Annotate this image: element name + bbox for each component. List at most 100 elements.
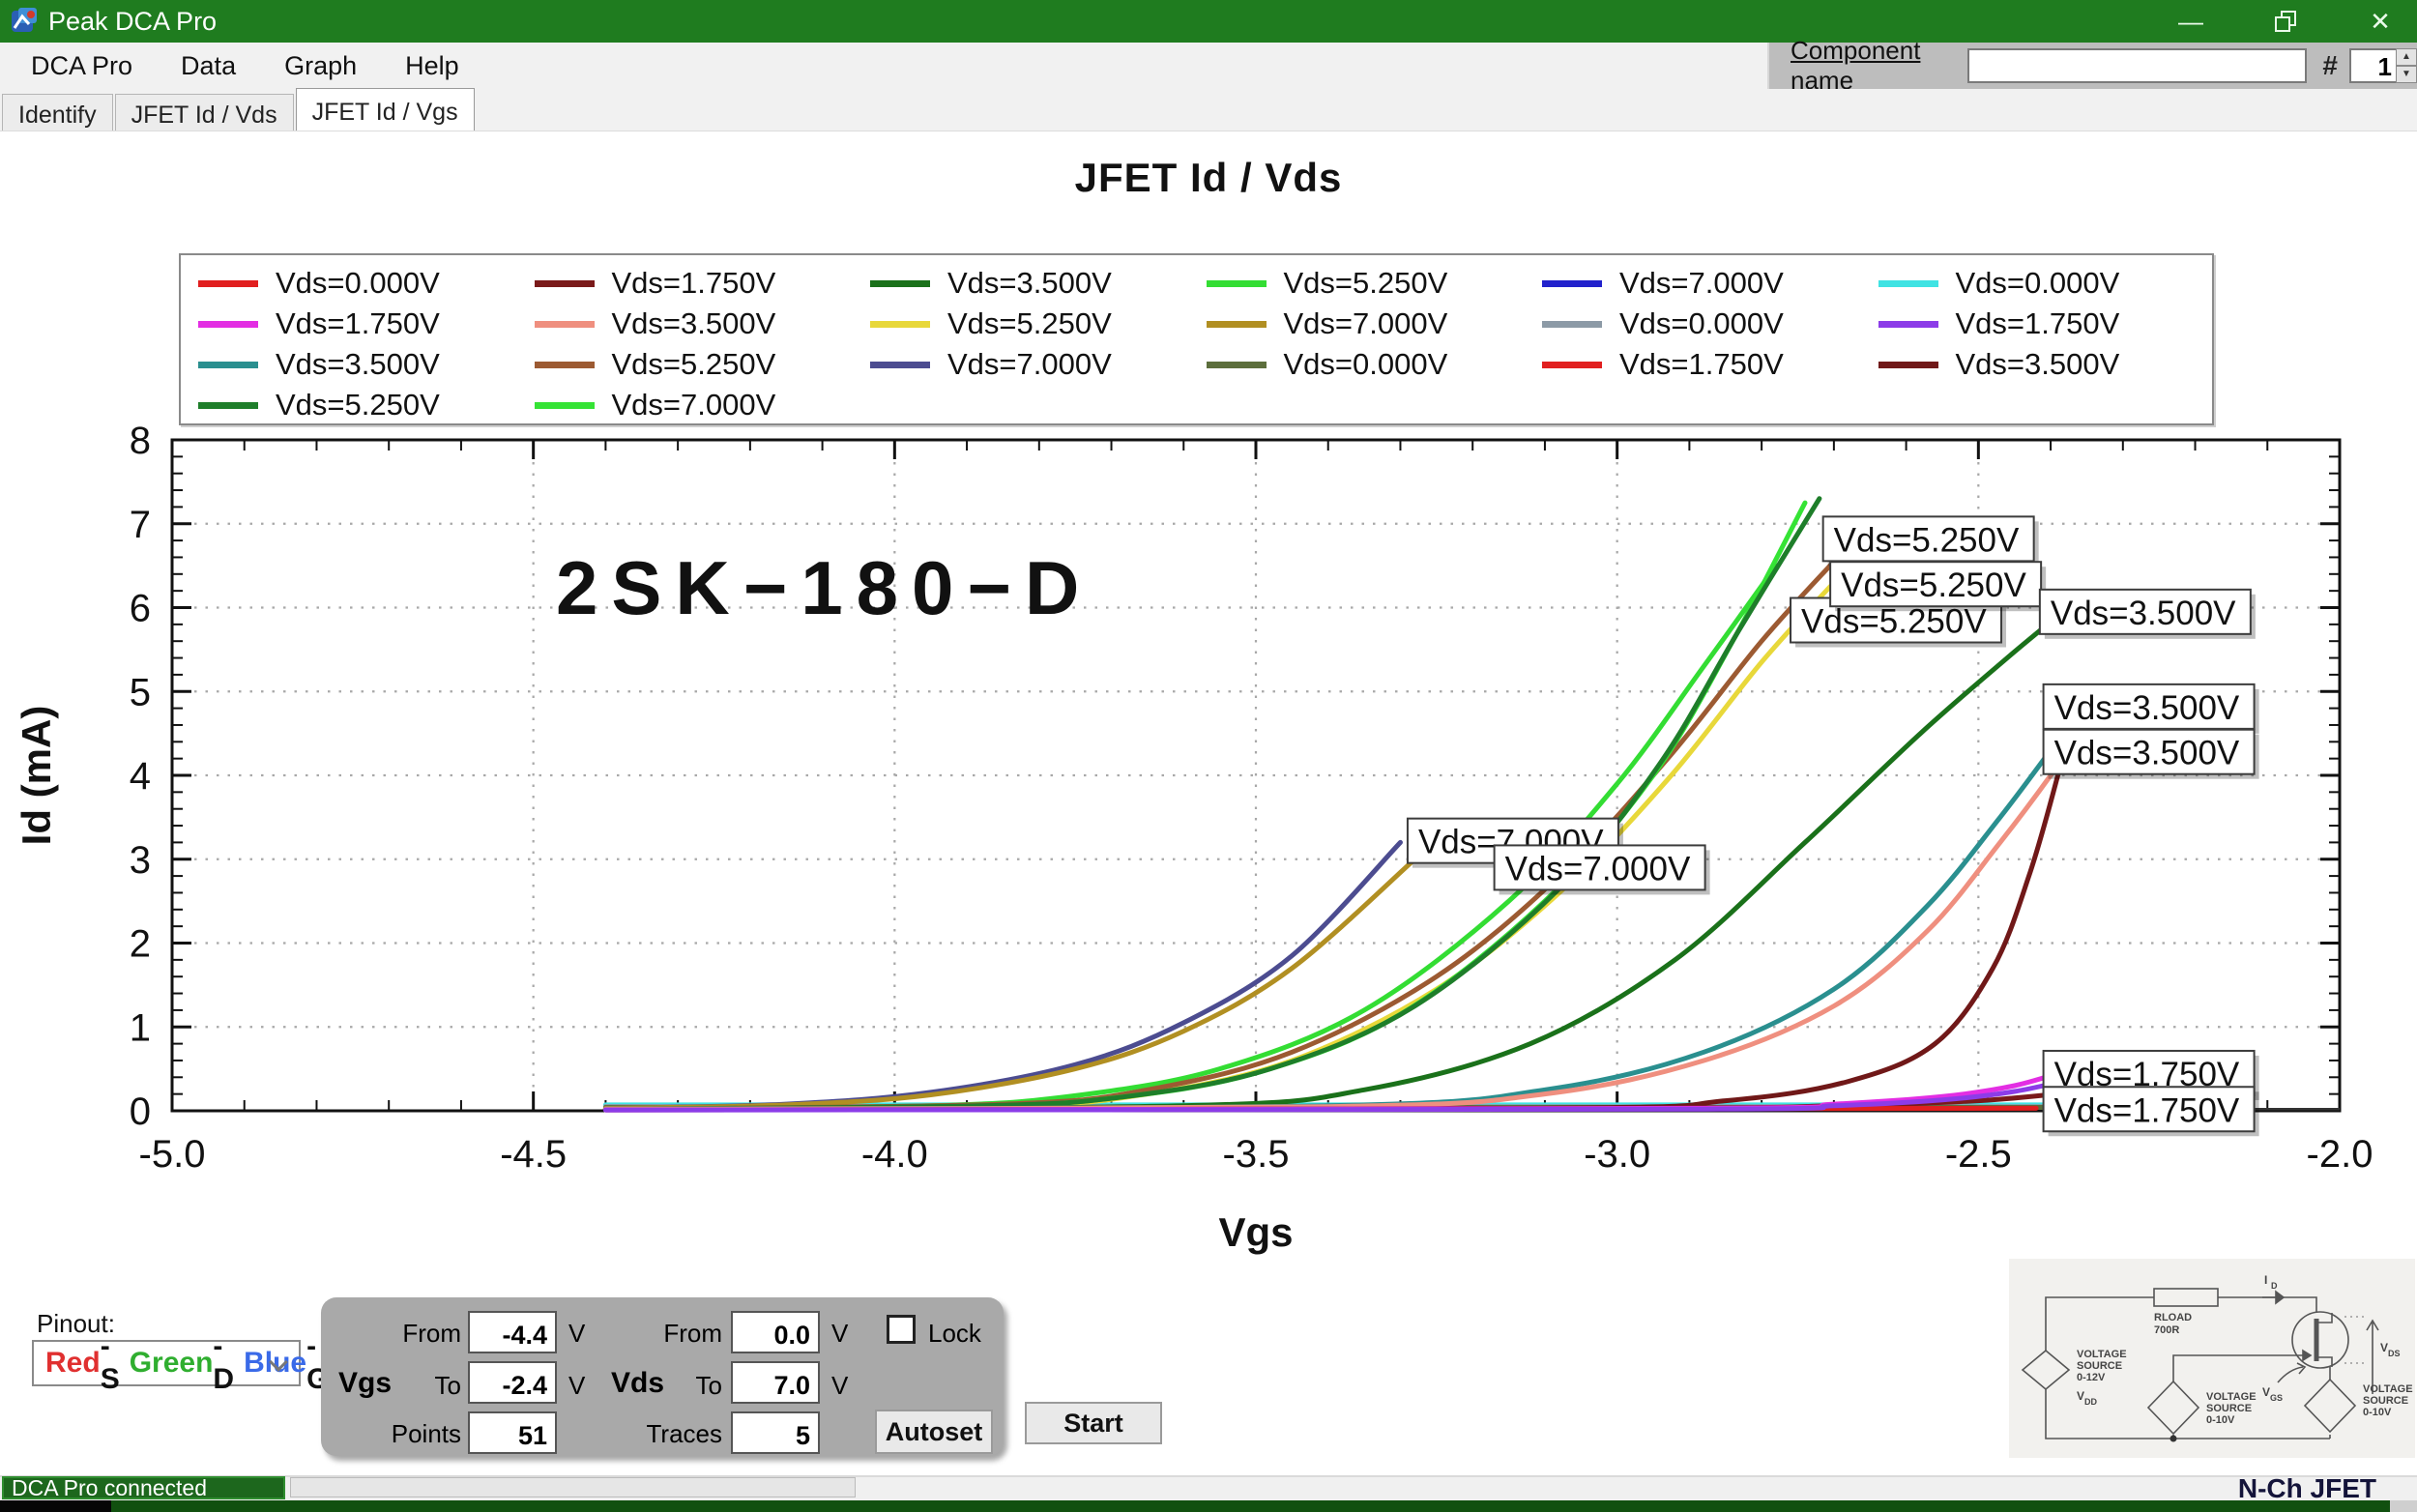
legend-entry: Vds=7.000V: [1199, 304, 1535, 344]
legend-entry: Vds=5.250V: [527, 344, 863, 385]
y-tick-label: 1: [130, 1006, 151, 1049]
vds-from-input[interactable]: [731, 1311, 820, 1353]
x-tick-label: -3.0: [1584, 1133, 1650, 1176]
menu-item-graph[interactable]: Graph: [267, 45, 374, 87]
vds-to-label: To: [674, 1371, 722, 1401]
y-tick-label: 3: [130, 839, 151, 882]
component-name-input[interactable]: [1967, 48, 2307, 83]
vdd-label: V: [2077, 1389, 2084, 1403]
trace-end-label-text: Vds=3.500V: [2054, 735, 2240, 772]
autoset-button[interactable]: Autoset: [875, 1410, 993, 1454]
legend-entry: Vds=5.250V: [862, 304, 1199, 344]
connection-status: DCA Pro connected: [2, 1476, 285, 1499]
x-tick-label: -2.5: [1945, 1133, 2012, 1176]
trace-end-label: Vds=7.000V: [1495, 845, 1710, 894]
points-label: Points: [360, 1419, 461, 1449]
legend-label: Vds=3.500V: [276, 347, 440, 382]
menu-item-help[interactable]: Help: [388, 45, 477, 87]
y-tick-label: 6: [130, 588, 151, 630]
legend-label: Vds=3.500V: [1956, 347, 2120, 382]
x-tick-label: -4.5: [500, 1133, 567, 1176]
rload-value-label: 700R: [2154, 1324, 2179, 1336]
component-number-value[interactable]: 1: [2349, 48, 2396, 83]
vds-from-unit: V: [831, 1319, 848, 1349]
vgs-from-input[interactable]: [468, 1311, 557, 1353]
spinner-down-button[interactable]: ▼: [2396, 66, 2417, 83]
legend-entry: Vds=0.000V: [1199, 344, 1535, 385]
chart-legend: Vds=0.000VVds=1.750VVds=3.500VVds=5.250V…: [179, 253, 2214, 425]
legend-label: Vds=7.000V: [947, 347, 1112, 382]
legend-entry: Vds=3.500V: [862, 263, 1199, 304]
trace-vds-5-250v: [605, 562, 1834, 1109]
bottom-strip: [0, 1500, 2417, 1512]
trace-end-label: Vds=3.500V: [2040, 590, 2256, 639]
vsource1-range: 0-12V: [2077, 1372, 2106, 1383]
x-tick-label: -3.5: [1223, 1133, 1290, 1176]
test-circuit-diagram: RLOAD 700R I D V DS V GS VOLTAGE SOURCE …: [2009, 1259, 2415, 1458]
legend-entry: Vds=0.000V: [190, 263, 527, 304]
menu-item-dca-pro[interactable]: DCA Pro: [14, 45, 150, 87]
vds-to-unit: V: [831, 1371, 848, 1401]
legend-entry: Vds=3.500V: [190, 344, 527, 385]
y-tick-label: 8: [130, 425, 151, 462]
trace-end-label-text: Vds=1.750V: [2054, 1091, 2240, 1129]
vsource1-line1: VOLTAGE: [2077, 1349, 2127, 1360]
y-tick-label: 5: [130, 671, 151, 713]
legend-swatch: [198, 321, 258, 328]
tab-jfet-id-vgs[interactable]: JFET Id / Vgs: [296, 88, 475, 131]
component-name-panel: Component name # 1 ▲ ▼: [1767, 43, 2417, 89]
tab-jfet-id-vds[interactable]: JFET Id / Vds: [115, 94, 294, 131]
vgs-to-input[interactable]: [468, 1361, 557, 1404]
vgs-label: Vgs: [338, 1367, 392, 1400]
component-number-spinner: 1 ▲ ▼: [2349, 48, 2417, 83]
trace-end-label: Vds=5.250V: [1823, 516, 2039, 566]
legend-entry: Vds=3.500V: [527, 304, 863, 344]
chart-title: JFET Id / Vds: [0, 155, 2417, 201]
legend-swatch: [1878, 321, 1938, 328]
lock-checkbox[interactable]: [887, 1315, 916, 1344]
vgs-circuit-label: V: [2262, 1385, 2270, 1399]
legend-entry: Vds=7.000V: [1534, 263, 1871, 304]
x-tick-label: -2.0: [2307, 1133, 2373, 1176]
legend-label: Vds=0.000V: [276, 266, 440, 301]
legend-swatch: [1207, 321, 1267, 328]
close-button[interactable]: ✕: [2361, 2, 2400, 41]
traces-label: Traces: [621, 1419, 722, 1449]
pinout-d: -D: [213, 1330, 234, 1396]
pinout-select[interactable]: Red-S Green-D Blue-G: [32, 1340, 301, 1386]
menu-item-data[interactable]: Data: [163, 45, 253, 87]
trace-vds-3-500v: [605, 721, 2072, 1110]
trace-end-label-text: Vds=5.250V: [1834, 521, 2020, 559]
legend-swatch: [870, 362, 930, 368]
id-sub-label: D: [2271, 1281, 2278, 1291]
sweep-control-panel: From V From V Lock Vgs To V Vds To V Poi…: [321, 1297, 1004, 1456]
spinner-up-button[interactable]: ▲: [2396, 48, 2417, 66]
vds-to-input[interactable]: [731, 1361, 820, 1404]
legend-label: Vds=1.750V: [1619, 347, 1784, 382]
trace-end-label-text: Vds=3.500V: [2051, 595, 2236, 632]
vds-label: Vds: [611, 1367, 664, 1400]
legend-label: Vds=5.250V: [947, 306, 1112, 341]
legend-swatch: [535, 362, 595, 368]
title-bar: Peak DCA Pro — ✕: [0, 0, 2417, 43]
minimize-button[interactable]: —: [2171, 2, 2210, 41]
legend-label: Vds=1.750V: [1956, 306, 2120, 341]
legend-swatch: [1542, 321, 1602, 328]
start-button[interactable]: Start: [1025, 1402, 1162, 1444]
restore-button[interactable]: [2266, 2, 2305, 41]
rload-name-label: RLOAD: [2154, 1312, 2192, 1323]
device-annotation: 2SK−180−D: [556, 545, 1092, 630]
y-tick-label: 7: [130, 504, 151, 546]
traces-input[interactable]: [731, 1411, 820, 1454]
y-tick-label: 2: [130, 923, 151, 966]
legend-label: Vds=1.750V: [276, 306, 440, 341]
vsource3-line1: VOLTAGE: [2363, 1383, 2413, 1395]
legend-entry: Vds=7.000V: [862, 344, 1199, 385]
tab-identify[interactable]: Identify: [2, 94, 113, 131]
restore-icon: [2275, 11, 2296, 32]
points-input[interactable]: [468, 1411, 557, 1454]
pinout-red: Red: [45, 1347, 101, 1380]
legend-entry: Vds=0.000V: [1534, 304, 1871, 344]
pinout-s: -S: [101, 1330, 120, 1396]
vds-sub-label: DS: [2388, 1349, 2401, 1358]
